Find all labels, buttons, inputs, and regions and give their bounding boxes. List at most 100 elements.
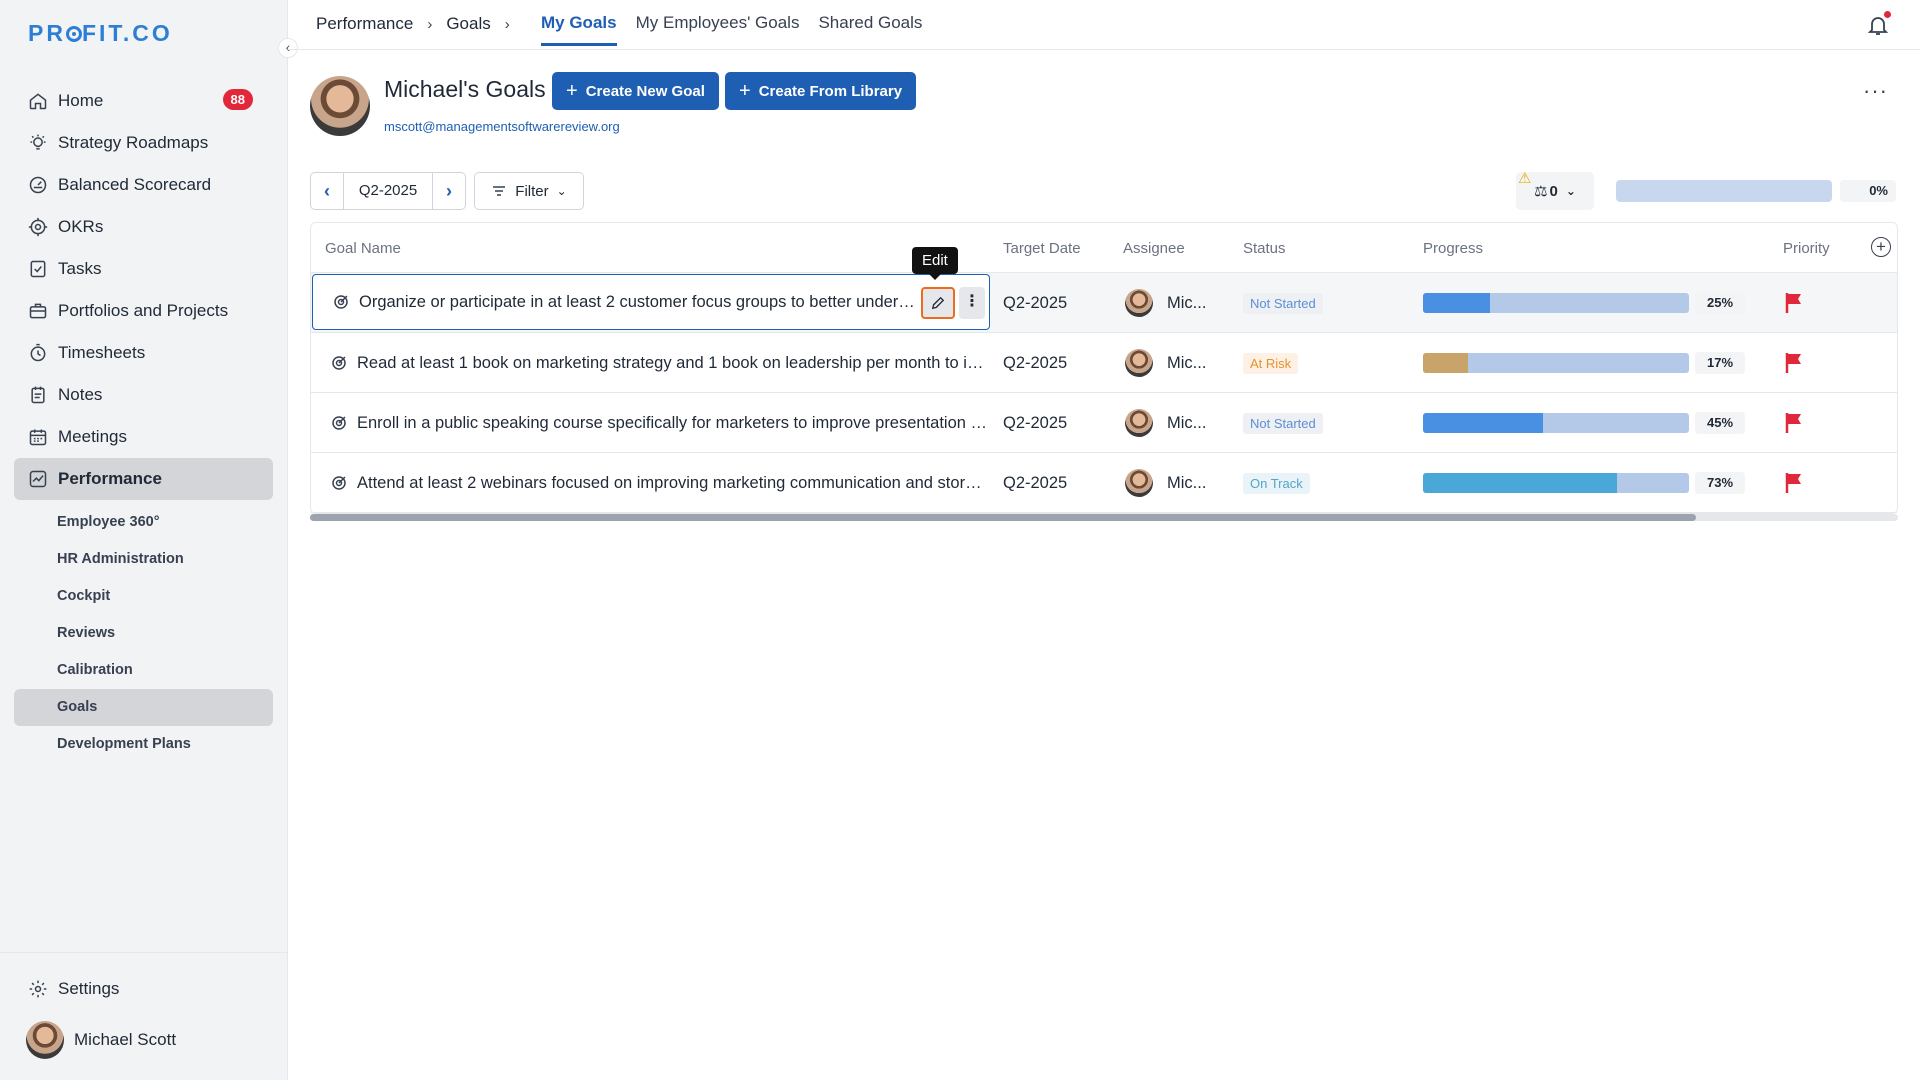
sidebar-item-meetings[interactable]: Meetings	[14, 416, 273, 458]
add-column-button[interactable]: +	[1871, 237, 1891, 257]
assignee-name: Mic...	[1167, 413, 1207, 432]
calendar-icon	[29, 429, 47, 446]
column-progress[interactable]: Progress	[1423, 240, 1483, 257]
create-from-library-button[interactable]: + Create From Library	[725, 72, 917, 110]
goal-name[interactable]: Organize or participate in at least 2 cu…	[359, 293, 919, 312]
assignee-cell[interactable]: Mic...	[1125, 393, 1206, 453]
column-target-date[interactable]: Target Date	[1003, 240, 1081, 257]
priority-cell[interactable]	[1785, 453, 1803, 513]
goal-target-icon	[332, 416, 346, 430]
goal-name-cell: Read at least 1 book on marketing strate…	[311, 333, 989, 393]
progress-cell[interactable]: 45%	[1423, 393, 1745, 453]
sidebar-subitem-development-plans[interactable]: Development Plans	[14, 726, 273, 763]
page-title: Michael's Goals	[384, 76, 546, 102]
edit-tooltip: Edit	[912, 247, 958, 280]
tab-my-goals[interactable]: My Goals	[541, 0, 617, 46]
sidebar-item-balanced-scorecard[interactable]: Balanced Scorecard	[14, 164, 273, 206]
sidebar-item-home[interactable]: Home 88	[14, 80, 273, 122]
table-body: Organize or participate in at least 2 cu…	[311, 273, 1897, 513]
tab-shared-goals[interactable]: Shared Goals	[818, 0, 922, 46]
table-header: Goal Name Target Date Assignee Status Pr…	[311, 223, 1897, 273]
sidebar-item-performance[interactable]: Performance	[14, 458, 273, 500]
avatar	[1125, 289, 1153, 317]
goal-name-cell: Enroll in a public speaking course speci…	[311, 393, 989, 453]
status-cell[interactable]: Not Started	[1243, 273, 1323, 333]
progress-cell[interactable]: 17%	[1423, 333, 1745, 393]
profit-co-logo[interactable]: PR FIT.CO	[28, 20, 173, 47]
progress-bar	[1423, 413, 1689, 433]
gear-icon	[29, 980, 47, 998]
column-status[interactable]: Status	[1243, 240, 1286, 257]
flag-icon	[1785, 293, 1801, 313]
progress-cell[interactable]: 25%	[1423, 273, 1745, 333]
goal-name[interactable]: Attend at least 2 webinars focused on im…	[357, 474, 989, 493]
gauge-icon	[29, 176, 47, 194]
assignee-cell[interactable]: Mic...	[1125, 273, 1206, 333]
sidebar-item-strategy-roadmaps[interactable]: Strategy Roadmaps	[14, 122, 273, 164]
sidebar-subitem-calibration[interactable]: Calibration	[14, 652, 273, 689]
progress-cell[interactable]: 73%	[1423, 453, 1745, 513]
progress-fill	[1423, 413, 1543, 433]
status-cell[interactable]: At Risk	[1243, 333, 1299, 393]
progress-fill	[1423, 353, 1469, 373]
user-email-link[interactable]: mscott@managementsoftwarereview.org	[384, 119, 620, 134]
sidebar-item-notes[interactable]: Notes	[14, 374, 273, 416]
briefcase-icon	[29, 303, 47, 319]
assignee-cell[interactable]: Mic...	[1125, 333, 1206, 393]
tab-my-employees-goals[interactable]: My Employees' Goals	[636, 0, 800, 46]
column-assignee[interactable]: Assignee	[1123, 240, 1185, 257]
progress-percent: 17%	[1695, 352, 1745, 374]
table-row[interactable]: Enroll in a public speaking course speci…	[311, 393, 1897, 453]
progress-fill	[1423, 293, 1490, 313]
sidebar-item-timesheets[interactable]: Timesheets	[14, 332, 273, 374]
sidebar-subitem-cockpit[interactable]: Cockpit	[14, 578, 273, 615]
sidebar-subitem-hr-administration[interactable]: HR Administration	[14, 541, 273, 578]
notifications-button[interactable]	[1866, 11, 1891, 37]
create-new-goal-label: Create New Goal	[585, 82, 705, 100]
settings-link[interactable]: Settings	[28, 979, 119, 999]
period-label[interactable]: Q2-2025	[343, 173, 433, 209]
target-date: Q2-2025	[1003, 473, 1068, 492]
status-cell[interactable]: On Track	[1243, 453, 1310, 513]
progress-bar	[1423, 293, 1689, 313]
previous-period-button[interactable]: ‹	[311, 173, 343, 209]
overall-progress-bar	[1616, 180, 1832, 202]
scrollbar-thumb[interactable]	[310, 514, 1696, 521]
create-new-goal-button[interactable]: + Create New Goal	[552, 72, 719, 110]
breadcrumb-goals[interactable]: Goals	[446, 14, 490, 34]
sidebar-item-tasks[interactable]: Tasks	[14, 248, 273, 290]
sidebar-item-okrs[interactable]: OKRs	[14, 206, 273, 248]
horizontal-scrollbar[interactable]	[310, 514, 1898, 521]
sidebar-subitem-employee-360[interactable]: Employee 360°	[14, 504, 273, 541]
next-period-button[interactable]: ›	[433, 173, 465, 209]
avatar	[1125, 409, 1153, 437]
user-profile[interactable]: Michael Scott	[26, 1021, 176, 1059]
assignee-name: Mic...	[1167, 473, 1207, 492]
status-badge: At Risk	[1243, 352, 1299, 374]
priority-cell[interactable]	[1785, 333, 1803, 393]
priority-cell[interactable]	[1785, 393, 1803, 453]
progress-bar	[1423, 473, 1689, 493]
filter-button[interactable]: Filter ⌄	[474, 172, 584, 210]
warning-icon: ⚠	[1518, 170, 1532, 187]
sidebar-subitem-goals[interactable]: Goals	[14, 689, 273, 726]
row-more-options-button[interactable]: ⋮	[959, 287, 985, 319]
assignee-cell[interactable]: Mic...	[1125, 453, 1206, 513]
column-goal-name[interactable]: Goal Name	[325, 240, 401, 257]
table-row[interactable]: Attend at least 2 webinars focused on im…	[311, 453, 1897, 513]
sidebar-item-portfolios[interactable]: Portfolios and Projects	[14, 290, 273, 332]
goal-name-cell: Organize or participate in at least 2 cu…	[312, 274, 990, 330]
breadcrumb-performance[interactable]: Performance	[316, 14, 413, 34]
sidebar-subitem-reviews[interactable]: Reviews	[14, 615, 273, 652]
status-cell[interactable]: Not Started	[1243, 393, 1323, 453]
goal-name[interactable]: Enroll in a public speaking course speci…	[357, 414, 989, 433]
goal-name[interactable]: Read at least 1 book on marketing strate…	[357, 354, 989, 373]
edit-goal-button[interactable]	[921, 287, 955, 319]
overall-progress-percent: 0%	[1840, 180, 1896, 202]
assignee-name: Mic...	[1167, 353, 1207, 372]
table-row[interactable]: Organize or participate in at least 2 cu…	[311, 273, 1897, 333]
priority-cell[interactable]	[1785, 273, 1803, 333]
more-options-button[interactable]: ···	[1863, 78, 1888, 104]
table-row[interactable]: Read at least 1 book on marketing strate…	[311, 333, 1897, 393]
column-priority[interactable]: Priority	[1783, 240, 1830, 257]
